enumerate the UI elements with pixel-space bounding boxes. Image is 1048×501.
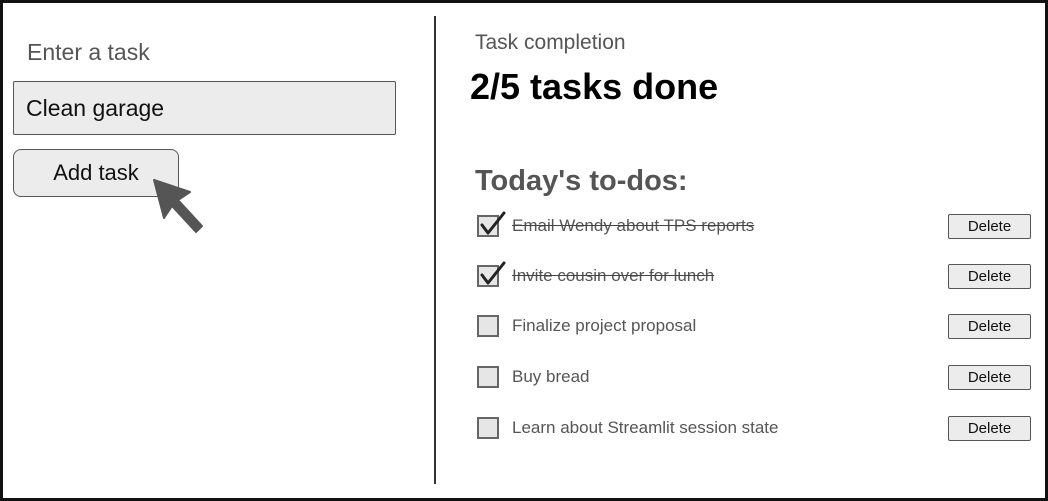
delete-button[interactable]: Delete bbox=[948, 214, 1031, 239]
todo-item: Invite cousin over for lunch Delete bbox=[475, 261, 1035, 291]
todo-text: Buy bread bbox=[512, 367, 590, 386]
checkmark-icon bbox=[480, 261, 506, 285]
todo-text: Email Wendy about TPS reports bbox=[512, 216, 755, 235]
todo-item: Buy bread Delete bbox=[475, 362, 1035, 392]
todo-item: Learn about Streamlit session state Dele… bbox=[475, 413, 1035, 443]
todo-checkbox[interactable] bbox=[477, 315, 499, 337]
todo-checkbox[interactable] bbox=[477, 366, 499, 388]
todo-checkbox[interactable] bbox=[477, 261, 506, 287]
todo-item: Email Wendy about TPS reports Delete bbox=[475, 211, 1035, 241]
todo-text: Invite cousin over for lunch bbox=[512, 266, 715, 285]
delete-button[interactable]: Delete bbox=[948, 365, 1031, 390]
delete-button[interactable]: Delete bbox=[948, 314, 1031, 339]
delete-button[interactable]: Delete bbox=[948, 264, 1031, 289]
todo-text: Learn about Streamlit session state bbox=[512, 418, 779, 437]
panel-divider bbox=[434, 16, 436, 484]
todo-checkbox[interactable] bbox=[477, 211, 506, 237]
todo-text: Finalize project proposal bbox=[512, 316, 697, 335]
checkmark-icon bbox=[480, 211, 506, 235]
mouse-pointer-icon bbox=[153, 179, 203, 233]
todo-checkbox[interactable] bbox=[477, 417, 499, 439]
completion-metric: 2/5 tasks done bbox=[470, 66, 719, 107]
todos-heading: Today's to-dos: bbox=[475, 165, 688, 197]
task-input-label: Enter a task bbox=[27, 39, 150, 65]
todo-item: Finalize project proposal Delete bbox=[475, 311, 1035, 341]
delete-button[interactable]: Delete bbox=[948, 416, 1031, 441]
completion-label: Task completion bbox=[475, 31, 626, 54]
task-input[interactable] bbox=[13, 81, 396, 135]
